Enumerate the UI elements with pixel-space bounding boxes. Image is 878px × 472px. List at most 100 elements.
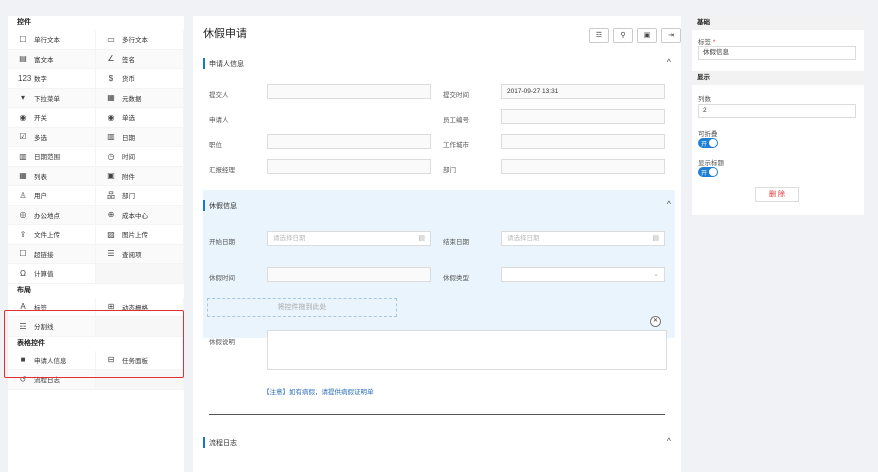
palette-item-label: 成本中心 xyxy=(122,212,148,220)
palette-item-attachment[interactable]: ▣ 附件 xyxy=(96,166,184,186)
leave-section-title: 休假信息 xyxy=(209,203,237,210)
chevron-up-icon[interactable]: ^ xyxy=(667,199,671,209)
file-upload-icon: ⇪ xyxy=(19,229,27,239)
employee-no-label: 员工编号 xyxy=(443,117,469,124)
dropdown-icon: ▾ xyxy=(20,93,25,103)
palette-item-formula[interactable]: Ω 计算值 xyxy=(8,264,96,284)
palette-item-multi-line-text[interactable]: ▭ 多行文本 xyxy=(96,30,184,50)
submitter-field[interactable] xyxy=(267,84,431,99)
palette-item-number[interactable]: 123 数字 xyxy=(8,69,96,89)
save-button[interactable]: ▣ xyxy=(637,28,657,43)
palette-item-label: 图片上传 xyxy=(122,232,148,240)
layout-heading: 布局 xyxy=(17,286,31,294)
palette-item-label: 附件 xyxy=(122,173,135,181)
leave-duration-field[interactable] xyxy=(267,267,431,282)
work-city-field[interactable] xyxy=(501,134,665,149)
palette-item-cost-center[interactable]: ⊕ 成本中心 xyxy=(96,205,184,225)
label-field-label: 标签 * xyxy=(698,36,715,46)
department-field[interactable] xyxy=(501,159,665,174)
collapsible-label: 可折叠 xyxy=(698,131,718,138)
palette-item-file-upload[interactable]: ⇪ 文件上传 xyxy=(8,225,96,245)
palette-item-metadata[interactable]: ▦ 元数据 xyxy=(96,88,184,108)
exit-button[interactable]: ⇥ xyxy=(661,28,681,43)
divider-tool-icon: ☲ xyxy=(595,32,603,39)
leave-section-header[interactable]: 休假信息 ^ xyxy=(203,198,675,214)
process-log-section-header[interactable]: 流程日志 ^ xyxy=(203,435,675,451)
start-date-field[interactable]: 请选择日期 ▤ xyxy=(267,231,431,246)
chevron-down-icon: ⌄ xyxy=(653,271,659,278)
collapsible-toggle[interactable]: 开 xyxy=(698,138,718,148)
applicant-label: 申请人 xyxy=(209,117,229,124)
palette-item-location[interactable]: ◎ 办公地点 xyxy=(8,205,96,225)
label-input[interactable]: 休假信息 xyxy=(698,46,856,60)
palette-item-applicant-info[interactable]: ■ 申请人信息 xyxy=(8,350,96,370)
applicant-section-header[interactable]: 申请人信息 ^ xyxy=(203,56,675,72)
position-field[interactable] xyxy=(267,134,431,149)
metadata-icon: ▦ xyxy=(107,93,115,103)
radio-icon: ◉ xyxy=(107,112,115,122)
manager-field[interactable] xyxy=(267,159,431,174)
palette-item-label: 列表 xyxy=(34,173,47,181)
form-canvas: 休假申请 ☲ ⚲ ▣ ⇥ 申请人信息 ^ 提交人 提交时间 2017-09-27… xyxy=(193,16,681,472)
palette-item-label: 计算值 xyxy=(34,271,54,279)
lookup-icon: ☰ xyxy=(107,249,115,259)
palette-item-radio[interactable]: ◉ 单选 xyxy=(96,108,184,128)
sick-leave-note: 【注意】如有病假，请提供病假证明单 xyxy=(263,389,374,396)
palette-item-department[interactable]: 品部门 xyxy=(96,186,184,206)
table-controls-heading: 表格控件 xyxy=(17,339,45,347)
columns-input[interactable]: 2 xyxy=(698,104,856,118)
palette-item-task-panel[interactable]: ⊟ 任务面板 xyxy=(96,350,184,370)
palette-item-single-line-text[interactable]: ☐ 单行文本 xyxy=(8,30,96,50)
single-line-text-icon: ☐ xyxy=(19,34,27,44)
palette-item-divider[interactable]: ☲ 分割线 xyxy=(8,317,96,337)
leave-remark-textarea[interactable] xyxy=(267,330,667,370)
delete-button[interactable]: 删 除 xyxy=(755,187,799,202)
palette-item-signature[interactable]: ∠ 签名 xyxy=(96,49,184,69)
properties-panel: 基础 标签 * 休假信息 显示 列数 2 可折叠 开 显示标题 开 删 除 xyxy=(692,16,864,215)
palette-item-date[interactable]: ▥ 日期 xyxy=(96,127,184,147)
leave-type-select[interactable]: ⌄ xyxy=(501,267,665,282)
palette-item-process-log[interactable]: ↺ 流程日志 xyxy=(8,370,96,390)
applicant-info-icon: ■ xyxy=(20,355,26,365)
palette-item-label: 办公地点 xyxy=(34,212,60,220)
palette-item-label[interactable]: A 标签 xyxy=(8,297,96,317)
leave-info-section[interactable]: 休假信息 ^ 开始日期 请选择日期 ▤ 结束日期 请选择日期 ▤ 休假时间 休假… xyxy=(203,190,675,338)
trash-icon[interactable]: ✕ xyxy=(650,316,661,327)
palette-item-dynamic-grid[interactable]: ⊞ 动态栅格 xyxy=(96,297,184,317)
palette-item-label: 多行文本 xyxy=(122,37,148,45)
palette-item-rich-text[interactable]: ▤ 富文本 xyxy=(8,49,96,69)
palette-item-checkbox[interactable]: ☑ 多选 xyxy=(8,127,96,147)
palette-item-user[interactable]: ♙ 用户 xyxy=(8,186,96,206)
work-city-label: 工作城市 xyxy=(443,142,469,149)
table-controls-grid: ■ 申请人信息 ⊟ 任务面板 ↺ 流程日志 xyxy=(8,350,184,390)
palette-item-switch[interactable]: ◉ 开关 xyxy=(8,108,96,128)
pin-button[interactable]: ⚲ xyxy=(613,28,633,43)
palette-item-lookup[interactable]: ☰ 查阅项 xyxy=(96,244,184,264)
chevron-up-icon[interactable]: ^ xyxy=(667,436,671,446)
submit-time-field[interactable]: 2017-09-27 13:31 xyxy=(501,84,665,99)
palette-item-dropdown[interactable]: ▾ 下拉菜单 xyxy=(8,88,96,108)
toggle-knob xyxy=(709,168,717,176)
palette-item-label: 富文本 xyxy=(34,56,54,64)
calendar-icon: ▤ xyxy=(652,235,659,242)
employee-no-field[interactable] xyxy=(501,109,665,124)
palette-item-label: 部门 xyxy=(122,193,135,201)
palette-item-hyperlink[interactable]: ☐ 超链接 xyxy=(8,244,96,264)
end-date-field[interactable]: 请选择日期 ▤ xyxy=(501,231,665,246)
layout-grid: A 标签 ⊞ 动态栅格 ☲ 分割线 xyxy=(8,297,184,337)
leave-type-label: 休假类型 xyxy=(443,275,469,282)
chevron-up-icon[interactable]: ^ xyxy=(667,57,671,67)
task-panel-icon: ⊟ xyxy=(107,355,115,365)
palette-item-image-upload[interactable]: ▨ 图片上传 xyxy=(96,225,184,245)
signature-icon: ∠ xyxy=(107,54,115,64)
control-drop-zone[interactable]: 将控件拖到此处 xyxy=(207,298,397,317)
applicant-section-title: 申请人信息 xyxy=(209,61,244,68)
palette-item-list[interactable]: ▦ 列表 xyxy=(8,166,96,186)
palette-item-label: 日期范围 xyxy=(34,154,60,162)
divider-tool-button[interactable]: ☲ xyxy=(589,28,609,43)
palette-empty-cell xyxy=(96,317,184,337)
show-title-toggle[interactable]: 开 xyxy=(698,167,718,177)
palette-item-time[interactable]: ◷ 时间 xyxy=(96,147,184,167)
palette-item-currency[interactable]: $ 货币 xyxy=(96,69,184,89)
palette-item-date-range[interactable]: ▥ 日期范围 xyxy=(8,147,96,167)
